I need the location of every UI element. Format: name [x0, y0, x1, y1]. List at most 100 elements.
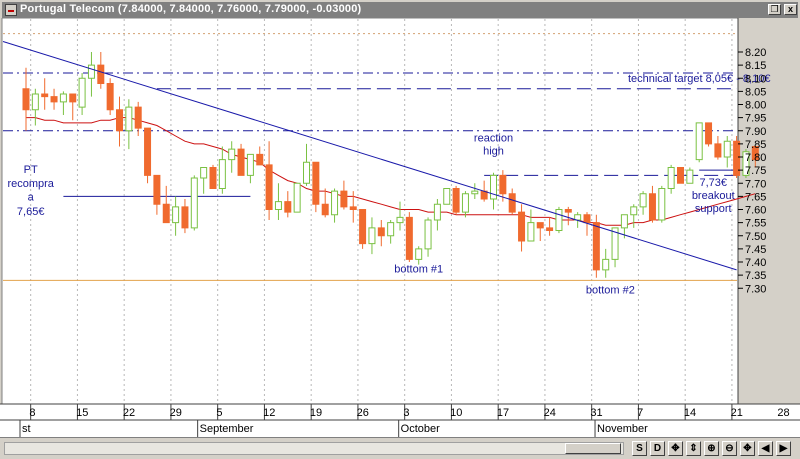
candle-body-down: [162, 203, 170, 224]
letter-d-button[interactable]: D: [650, 441, 665, 456]
candle-body-down: [312, 161, 320, 205]
y-tick-label: 7.30: [745, 283, 766, 295]
breakout-annotation-line1: 7,73€: [699, 177, 727, 189]
candle: [293, 182, 301, 213]
candle-body-up: [602, 258, 610, 271]
candle-body-up: [387, 222, 395, 237]
x-tick-label: 8: [29, 407, 35, 419]
x-tick-label: 5: [216, 407, 222, 419]
x-tick-label: 12: [263, 407, 275, 419]
x-tick-label: 22: [123, 407, 135, 419]
y-tick-label: 7.60: [745, 205, 766, 217]
zoom-fit-icon[interactable]: ✥: [740, 441, 755, 456]
candle-body-up: [723, 140, 731, 158]
candle-body-up: [620, 214, 628, 229]
candle-body-up: [293, 182, 301, 213]
move-vertical-icon[interactable]: ⇕: [686, 441, 701, 456]
candle: [190, 175, 198, 231]
month-label: September: [200, 423, 254, 435]
candle-body-down: [349, 206, 357, 210]
scroll-thumb[interactable]: [565, 443, 621, 454]
candle-body-down: [592, 222, 600, 271]
y-tick-label: 7.75: [745, 165, 766, 177]
candle-body-down: [50, 96, 58, 103]
pt-annotation-line4: 7,65€: [17, 206, 45, 218]
x-tick-label: 26: [357, 407, 369, 419]
candle-body-up: [200, 167, 208, 179]
candle-body-down: [714, 143, 722, 158]
candle-body-down: [518, 211, 526, 242]
month-label: st: [22, 423, 31, 435]
candle-body-down: [256, 153, 264, 166]
move-icon[interactable]: ✥: [668, 441, 683, 456]
candle-body-up: [433, 203, 441, 221]
close-button[interactable]: x: [784, 4, 797, 15]
y-tick-label: 7.85: [745, 139, 766, 151]
candle-body-up: [368, 227, 376, 245]
candle-body-down: [536, 222, 544, 229]
horizontal-scrollbar[interactable]: [4, 442, 624, 455]
candle-body-up: [574, 214, 582, 221]
candle-body-up: [667, 167, 675, 189]
candle-body-up: [218, 159, 226, 189]
candle-body-up: [555, 209, 563, 231]
pt-annotation-line1: PT: [24, 164, 38, 176]
pt-annotation-line3: a: [28, 191, 35, 203]
candle-body-up: [87, 64, 95, 79]
x-tick-label: 19: [310, 407, 322, 419]
scroll-right-icon[interactable]: ▶: [776, 441, 791, 456]
candle-body-up: [527, 222, 535, 242]
candle-body-up: [443, 188, 451, 205]
candle-body-down: [181, 206, 189, 229]
zoom-in-icon[interactable]: ⊕: [704, 441, 719, 456]
title-bar[interactable]: Portugal Telecom (7.84000, 7.84000, 7.76…: [2, 2, 798, 18]
candle-body-up: [639, 193, 647, 208]
candle: [144, 127, 152, 184]
candle: [209, 164, 217, 189]
x-tick-label: 31: [590, 407, 602, 419]
candle-body-up: [31, 93, 39, 111]
y-tick-label: 7.45: [745, 244, 766, 256]
chart-window: Portugal Telecom (7.84000, 7.84000, 7.76…: [0, 0, 800, 459]
bottom2-annotation: bottom #2: [586, 285, 635, 297]
candle-body-up: [228, 148, 236, 161]
candle-body-down: [452, 188, 460, 213]
candle-body-down: [546, 227, 554, 231]
candle-body-down: [377, 227, 385, 237]
restore-button[interactable]: ❐: [768, 4, 781, 15]
candle-body-up: [396, 216, 404, 224]
y-tick-label: 7.70: [745, 178, 766, 190]
candle-body-up: [415, 248, 423, 260]
candle-body-down: [405, 216, 413, 260]
month-label: November: [597, 423, 648, 435]
x-tick-label: 14: [684, 407, 696, 419]
y-tick-label: 8.05: [745, 86, 766, 98]
candlestick-chart: technical target 8,05€ - 8,10€reactionhi…: [0, 18, 800, 458]
candle-body-up: [303, 161, 310, 184]
candle-body-down: [359, 209, 367, 245]
breakout-annotation-line2: breakout: [692, 190, 735, 202]
candle-body-up: [471, 190, 479, 195]
reaction-annotation-line2: high: [483, 145, 504, 157]
y-tick-label: 7.35: [745, 270, 766, 282]
candle-body-down: [41, 93, 49, 98]
x-tick-label: 28: [777, 407, 789, 419]
y-tick-label: 7.40: [745, 257, 766, 269]
letter-s-button[interactable]: S: [632, 441, 647, 456]
x-tick-label: 21: [731, 407, 743, 419]
candle-body-down: [583, 214, 591, 224]
candle-body-up: [424, 219, 432, 250]
candle-body-up: [78, 77, 86, 108]
candle-body-down: [209, 167, 217, 189]
candle-body-up: [461, 193, 469, 213]
candle-body-down: [134, 106, 142, 129]
x-tick-label: 29: [170, 407, 182, 419]
scroll-left-icon[interactable]: ◀: [758, 441, 773, 456]
zoom-out-icon[interactable]: ⊖: [722, 441, 737, 456]
candle-body-down: [69, 93, 77, 103]
candle-body-down: [677, 167, 684, 184]
candle-body-down: [153, 174, 161, 205]
candle-body-up: [172, 206, 180, 224]
candle: [405, 212, 413, 262]
candle-body-up: [125, 106, 133, 132]
